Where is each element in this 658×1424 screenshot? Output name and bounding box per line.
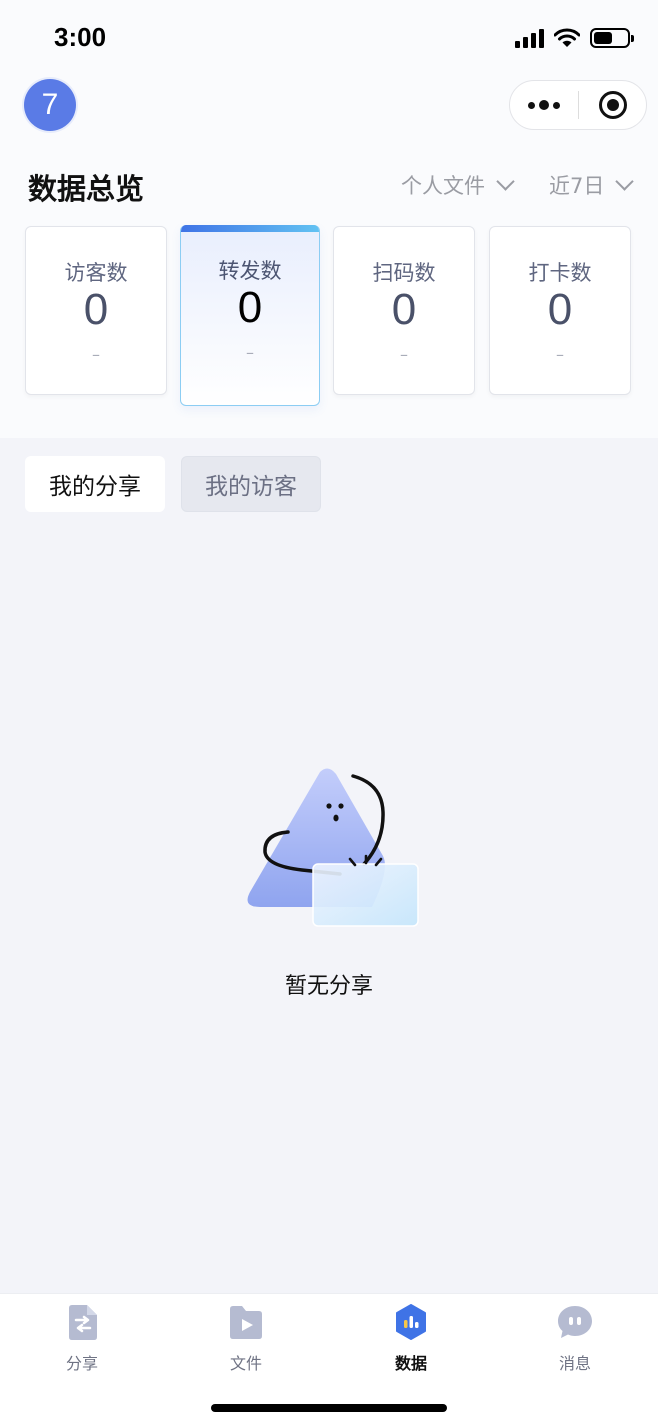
stat-card-checkins[interactable]: 打卡数 0 – bbox=[489, 226, 631, 395]
stat-trend: – bbox=[246, 343, 254, 362]
date-range-dropdown[interactable]: 近7日 bbox=[549, 170, 635, 200]
more-dots-icon bbox=[528, 101, 535, 109]
stat-trend: – bbox=[556, 345, 564, 364]
stat-label: 访客数 bbox=[64, 261, 128, 285]
empty-state-illustration bbox=[247, 768, 419, 927]
stat-label: 扫码数 bbox=[372, 261, 436, 285]
bar-chart-icon bbox=[396, 1304, 426, 1340]
nav-item-messages[interactable]: 消息 bbox=[535, 1304, 615, 1374]
nav-label: 消息 bbox=[558, 1354, 591, 1373]
scope-filter-label: 个人文件 bbox=[401, 174, 485, 198]
stat-label: 打卡数 bbox=[528, 261, 592, 285]
chevron-down-icon bbox=[615, 172, 635, 191]
mini-program-capsule bbox=[509, 80, 647, 130]
tab-my-visitors[interactable]: 我的访客 bbox=[181, 456, 321, 512]
status-icons bbox=[515, 28, 634, 48]
wifi-icon bbox=[554, 28, 580, 47]
nav-label: 数据 bbox=[394, 1354, 427, 1373]
share-doc-icon bbox=[69, 1305, 97, 1340]
stat-value: 0 bbox=[237, 283, 263, 332]
stat-card-forwards[interactable]: 转发数 0 – bbox=[180, 225, 320, 406]
stat-trend: – bbox=[92, 345, 100, 364]
date-range-label: 近7日 bbox=[549, 174, 605, 198]
stat-label: 转发数 bbox=[218, 259, 282, 283]
stat-trend: – bbox=[400, 345, 408, 364]
stat-value: 0 bbox=[391, 285, 417, 334]
stat-value: 0 bbox=[547, 285, 573, 334]
more-button[interactable] bbox=[510, 81, 578, 129]
stat-card-visitors[interactable]: 访客数 0 – bbox=[25, 226, 167, 395]
cellular-signal-icon bbox=[515, 28, 544, 48]
nav-label: 文件 bbox=[229, 1354, 262, 1373]
stat-value: 0 bbox=[83, 285, 109, 334]
video-folder-icon bbox=[230, 1306, 262, 1339]
nav-item-share[interactable]: 分享 bbox=[42, 1304, 122, 1374]
nav-label: 分享 bbox=[65, 1354, 98, 1373]
tab-my-shares[interactable]: 我的分享 bbox=[25, 456, 165, 512]
page-title: 数据总览 bbox=[28, 172, 145, 206]
nav-item-data[interactable]: 数据 bbox=[371, 1304, 451, 1374]
chevron-down-icon bbox=[496, 172, 515, 191]
avatar[interactable]: 7 bbox=[24, 79, 76, 131]
empty-state-text: 暂无分享 bbox=[284, 974, 373, 999]
close-mini-program-button[interactable] bbox=[579, 81, 646, 129]
stat-card-scans[interactable]: 扫码数 0 – bbox=[333, 226, 475, 395]
more-dot-center bbox=[539, 100, 549, 110]
battery-icon bbox=[590, 28, 634, 48]
chat-bubble-icon bbox=[558, 1306, 592, 1338]
scope-filter-dropdown[interactable]: 个人文件 bbox=[401, 170, 515, 200]
home-indicator bbox=[211, 1404, 447, 1412]
more-dot-right bbox=[553, 101, 560, 109]
status-time: 3:00 bbox=[54, 22, 107, 52]
nav-item-files[interactable]: 文件 bbox=[206, 1304, 286, 1374]
target-icon bbox=[598, 91, 627, 119]
